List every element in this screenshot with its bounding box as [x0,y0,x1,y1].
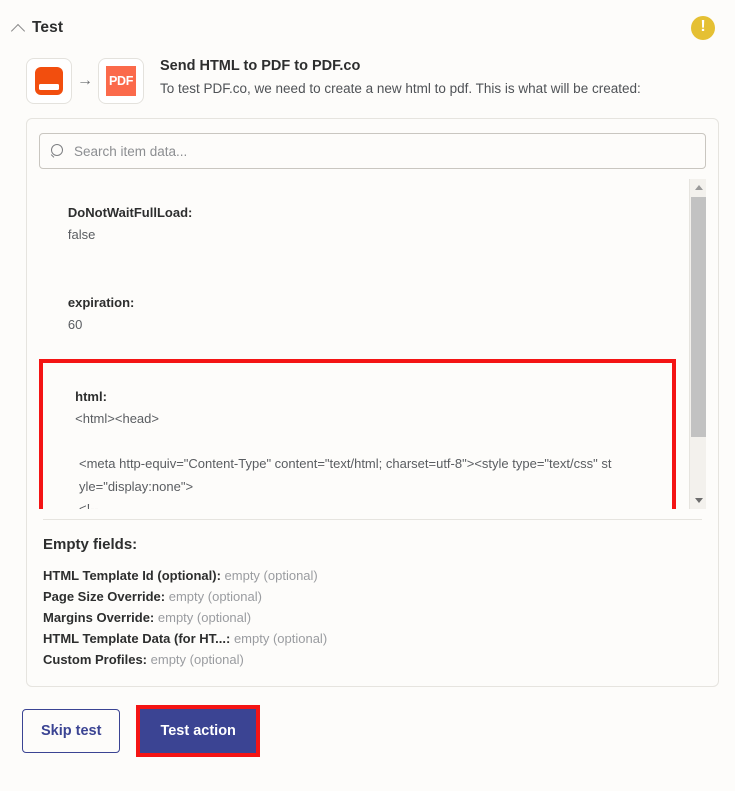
data-row: DoNotWaitFullLoad: false [39,179,676,269]
action-title: Send HTML to PDF to PDF.co [160,58,641,74]
data-value: false [68,227,95,242]
empty-field-label: Margins Override: [43,610,154,625]
action-subtitle: To test PDF.co, we need to create a new … [160,80,641,98]
empty-field-value: empty (optional) [151,652,244,667]
data-row: html: <html><head> [39,363,674,453]
html-body-line: <meta http-equiv="Content-Type" content=… [39,453,674,476]
scroll-up-arrow-icon[interactable] [690,179,706,196]
data-row: expiration: 60 [39,269,676,359]
empty-field-row: Margins Override: empty (optional) [43,607,702,628]
search-icon [50,144,65,159]
item-data-panel: DoNotWaitFullLoad: false expiration: 60 … [26,118,719,687]
empty-field-label: HTML Template Id (optional): [43,568,221,583]
test-action-highlight-box: Test action [136,705,259,757]
data-key: DoNotWaitFullLoad: [68,205,192,220]
test-action-button[interactable]: Test action [140,709,255,753]
scrollbar-thumb[interactable] [691,197,706,437]
empty-field-value: empty (optional) [158,610,251,625]
warning-exclamation-icon: ! [691,16,715,40]
search-input[interactable] [74,144,695,159]
empty-field-label: Page Size Override: [43,589,165,604]
action-text: Send HTML to PDF to PDF.co To test PDF.c… [160,56,641,98]
item-data-scroll-area[interactable]: DoNotWaitFullLoad: false expiration: 60 … [39,179,706,509]
data-value: 60 [68,317,82,332]
empty-field-label: Custom Profiles: [43,652,147,667]
outlook-glyph [35,67,63,95]
data-key: html: [75,389,107,404]
item-data-lines: DoNotWaitFullLoad: false expiration: 60 … [39,179,706,509]
step-header: Test ! [0,0,735,44]
app-icon-group: → PDF [26,58,144,104]
arrow-right-icon: → [72,73,98,89]
pdf-file-icon: PDF [98,58,144,104]
search-field-wrapper[interactable] [39,133,706,169]
footer-actions: Skip test Test action [0,687,735,757]
empty-fields-title: Empty fields: [43,536,702,553]
action-summary: → PDF Send HTML to PDF to PDF.co To test… [0,44,735,110]
chevron-up-icon[interactable] [10,19,28,37]
item-data-scrollbar[interactable] [689,179,706,509]
html-field-highlighted: html: <html><head> <meta http-equiv="Con… [39,359,676,509]
skip-test-button[interactable]: Skip test [22,709,120,753]
data-key: expiration: [68,295,134,310]
warning-bang: ! [700,19,705,35]
outlook-app-icon [26,58,72,104]
empty-field-row: HTML Template Id (optional): empty (opti… [43,565,702,586]
empty-field-value: empty (optional) [169,589,262,604]
pdf-glyph-label: PDF [106,66,136,96]
empty-field-row: HTML Template Data (for HT...: empty (op… [43,628,702,649]
empty-field-row: Page Size Override: empty (optional) [43,586,702,607]
empty-field-value: empty (optional) [225,568,318,583]
data-value: <html><head> [75,411,159,426]
empty-field-label: HTML Template Data (for HT...: [43,631,230,646]
empty-field-row: Custom Profiles: empty (optional) [43,649,702,670]
scroll-down-arrow-icon[interactable] [690,492,706,509]
empty-fields-section: Empty fields: HTML Template Id (optional… [39,520,706,674]
html-body-line: yle="display:none"> [39,476,674,499]
page-title: Test [32,19,63,37]
empty-field-value: empty (optional) [234,631,327,646]
html-body-line: <!-- [39,498,674,509]
